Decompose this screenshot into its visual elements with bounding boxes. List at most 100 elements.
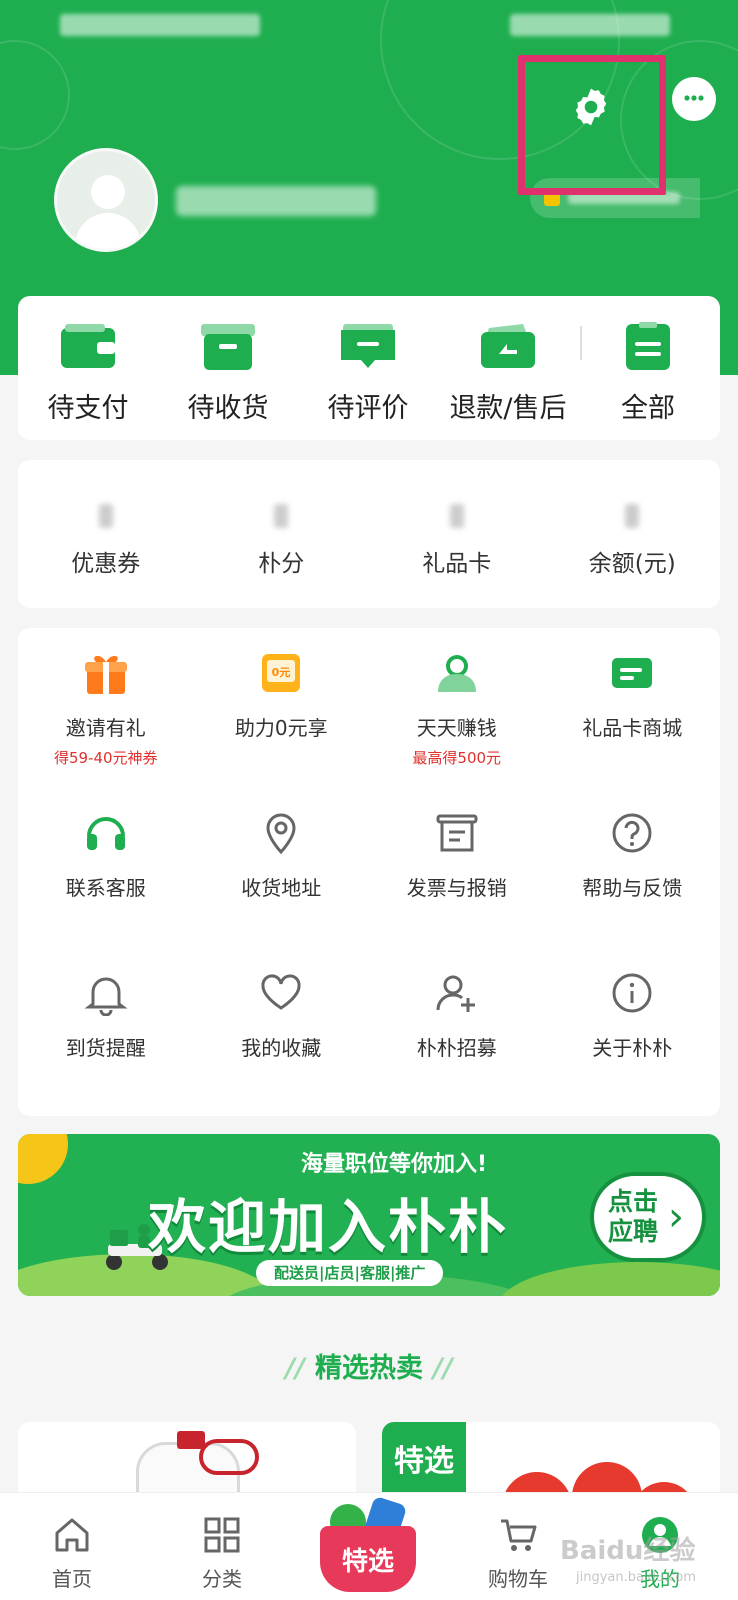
comment-icon xyxy=(339,322,397,372)
apply-button[interactable]: 点击应聘 › xyxy=(590,1172,706,1262)
service-label: 联系客服 xyxy=(65,876,146,900)
banner-job-tags: 配送员|店员|客服|推广 xyxy=(256,1260,444,1286)
username-blurred[interactable] xyxy=(176,186,376,216)
status-bar-blurred xyxy=(510,14,670,36)
slash-decor: // xyxy=(285,1353,305,1384)
settings-highlight-box xyxy=(518,55,666,195)
service-earn[interactable]: 天天赚钱 最高得500元 xyxy=(369,648,545,768)
asset-label: 余额(元) xyxy=(588,551,676,577)
section-title: // 精选热卖 // xyxy=(0,1346,738,1385)
slash-decor: // xyxy=(433,1353,453,1384)
service-label: 助力0元享 xyxy=(234,716,328,740)
tab-special[interactable]: 特选 xyxy=(316,1495,420,1596)
asset-points[interactable]: 朴分 xyxy=(194,460,370,608)
gift-icon xyxy=(81,648,131,698)
service-invoice[interactable]: 发票与报销 xyxy=(369,808,545,901)
apply-label: 点击应聘 xyxy=(608,1187,659,1246)
orders-list-icon xyxy=(619,322,677,372)
order-pending-payment[interactable]: 待支付 xyxy=(18,296,158,440)
service-address[interactable]: 收货地址 xyxy=(194,808,370,901)
service-promo: 最高得500元 xyxy=(412,749,502,767)
service-customer-support[interactable]: 联系客服 xyxy=(18,808,194,901)
service-recruit[interactable]: 朴朴招募 xyxy=(369,968,545,1061)
banner-title: 欢迎加入朴朴 xyxy=(148,1193,509,1261)
order-all[interactable]: 全部 xyxy=(578,296,718,440)
asset-label: 优惠券 xyxy=(71,551,141,577)
service-about[interactable]: 关于朴朴 xyxy=(545,968,721,1061)
asset-label: 朴分 xyxy=(258,551,305,577)
wallet-icon xyxy=(59,322,117,372)
service-label: 邀请有礼 xyxy=(65,716,146,740)
service-label: 我的收藏 xyxy=(241,1036,322,1060)
asset-coupons[interactable]: 优惠券 xyxy=(18,460,194,608)
blurred-value xyxy=(625,504,640,528)
order-label: 待收货 xyxy=(187,393,269,424)
help-icon xyxy=(607,808,657,858)
avatar[interactable] xyxy=(54,148,158,252)
tab-category[interactable]: 分类 xyxy=(162,1493,282,1600)
invoice-icon xyxy=(432,808,482,858)
order-pending-delivery[interactable]: 待收货 xyxy=(158,296,298,440)
services-card: 邀请有礼 得59-40元神券 0元 助力0元享 天天赚钱 最高得500元 礼品卡… xyxy=(18,628,720,1116)
tab-home[interactable]: 首页 xyxy=(12,1493,132,1600)
chevron-right-icon: › xyxy=(668,1194,684,1240)
asset-label: 礼品卡 xyxy=(422,551,492,577)
tab-label: 首页 xyxy=(52,1567,92,1591)
add-user-icon xyxy=(432,968,482,1018)
special-tag: 特选 xyxy=(382,1422,466,1494)
tab-label: 分类 xyxy=(202,1567,242,1591)
service-invite[interactable]: 邀请有礼 得59-40元神券 xyxy=(18,648,194,768)
service-label: 到货提醒 xyxy=(65,1036,146,1060)
chat-bubble-icon xyxy=(684,95,704,101)
decor-circle xyxy=(0,40,70,150)
service-label: 收货地址 xyxy=(241,876,322,900)
service-label: 发票与报销 xyxy=(406,876,507,900)
refund-icon xyxy=(479,322,537,372)
location-pin-icon xyxy=(256,808,306,858)
hill-decor xyxy=(498,1262,720,1296)
banner-subtitle: 海量职位等你加入! xyxy=(300,1152,488,1177)
headset-icon xyxy=(81,808,131,858)
order-label: 退款/售后 xyxy=(449,393,567,424)
service-label: 关于朴朴 xyxy=(592,1036,673,1060)
asset-balance[interactable]: 余额(元) xyxy=(545,460,721,608)
service-label: 朴朴招募 xyxy=(416,1036,497,1060)
bell-icon xyxy=(81,968,131,1018)
service-promo: 得59-40元神券 xyxy=(53,749,158,767)
asset-gift-card[interactable]: 礼品卡 xyxy=(369,460,545,608)
order-label: 全部 xyxy=(621,393,675,424)
heart-icon xyxy=(256,968,306,1018)
service-favorites[interactable]: 我的收藏 xyxy=(194,968,370,1061)
order-refund[interactable]: 退款/售后 xyxy=(438,296,578,440)
tab-label: 购物车 xyxy=(488,1567,548,1591)
special-basket-icon: 特选 xyxy=(320,1526,416,1592)
blurred-value xyxy=(98,504,113,528)
assets-card: 优惠券 朴分 礼品卡 余额(元) xyxy=(18,460,720,608)
service-zero-yuan[interactable]: 0元 助力0元享 xyxy=(194,648,370,741)
zero-yuan-icon: 0元 xyxy=(256,648,306,698)
service-label: 帮助与反馈 xyxy=(582,876,683,900)
box-icon xyxy=(199,322,257,372)
order-pending-review[interactable]: 待评价 xyxy=(298,296,438,440)
blurred-value xyxy=(274,504,289,528)
service-arrival-reminder[interactable]: 到货提醒 xyxy=(18,968,194,1061)
zero-yuan-icon-text: 0元 xyxy=(272,666,291,679)
service-label: 礼品卡商城 xyxy=(582,716,683,740)
status-bar-blurred xyxy=(60,14,260,36)
watermark-url: jingyan.baidu.com xyxy=(576,1570,696,1585)
service-label: 天天赚钱 xyxy=(416,716,497,740)
divider xyxy=(580,326,582,360)
card-icon xyxy=(607,648,657,698)
blurred-value xyxy=(449,504,464,528)
tab-label: 特选 xyxy=(341,1546,394,1577)
service-gift-card-store[interactable]: 礼品卡商城 xyxy=(545,648,721,741)
order-label: 待评价 xyxy=(327,393,409,424)
recruit-banner[interactable]: 海量职位等你加入! 欢迎加入朴朴 配送员|店员|客服|推广 点击应聘 › xyxy=(18,1134,720,1296)
home-icon xyxy=(50,1513,94,1557)
category-grid-icon xyxy=(200,1513,244,1557)
section-title-text: 精选热卖 xyxy=(315,1353,423,1384)
messages-button[interactable] xyxy=(672,77,716,121)
cart-icon xyxy=(496,1513,540,1557)
watermark: Baidu经验 xyxy=(560,1536,696,1566)
service-help[interactable]: 帮助与反馈 xyxy=(545,808,721,901)
